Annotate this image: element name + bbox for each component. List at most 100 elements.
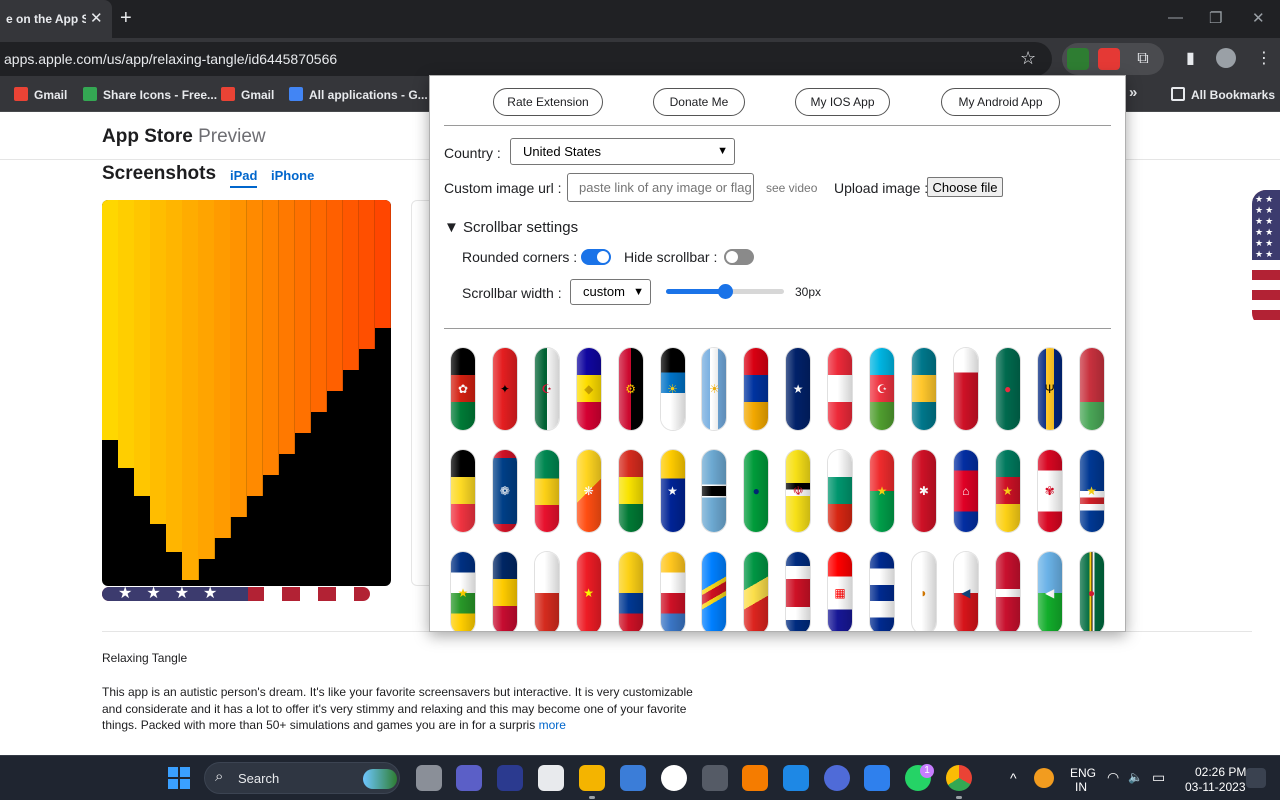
more-link[interactable]: more: [539, 718, 566, 732]
flag-algeria[interactable]: ☪: [534, 348, 559, 430]
scrollbar-width-select[interactable]: custom ▼: [570, 279, 651, 305]
flag-extension-icon[interactable]: [1098, 48, 1120, 70]
flag-austria[interactable]: [828, 348, 853, 430]
puzzle-icon[interactable]: ⧉: [1132, 48, 1154, 70]
flag-azerbaijan[interactable]: ☪: [870, 348, 894, 430]
flag-dr-congo[interactable]: [702, 552, 727, 631]
stock-chart-icon[interactable]: [620, 765, 646, 791]
window-close-icon[interactable]: ✕: [1252, 9, 1265, 27]
flag-costa-rica[interactable]: [786, 552, 811, 631]
flag-chad[interactable]: [492, 552, 517, 631]
tab-app-store[interactable]: e on the App Sto ✕: [0, 0, 112, 38]
ios-app-button[interactable]: My IOS App: [795, 88, 890, 116]
flag-colombia[interactable]: [618, 552, 643, 631]
scrollbar-width-slider[interactable]: [666, 284, 784, 299]
flag-canada[interactable]: ✾: [1037, 450, 1062, 532]
flag-belarus[interactable]: [1079, 348, 1104, 430]
flag-cuba[interactable]: [870, 552, 894, 631]
scrollbar-settings-toggle[interactable]: ▼ Scrollbar settings: [444, 219, 578, 236]
flag-afghanistan[interactable]: ✿: [451, 348, 475, 430]
android-app-button[interactable]: My Android App: [941, 88, 1060, 116]
hide-scrollbar-toggle[interactable]: [724, 249, 754, 265]
shield-extension-icon[interactable]: [1067, 48, 1089, 70]
taskbar-search[interactable]: ⌕ Search: [204, 762, 400, 794]
flag-benin[interactable]: [534, 450, 559, 532]
rounded-corners-toggle[interactable]: [581, 249, 611, 265]
bookmarks-overflow-icon[interactable]: »: [1129, 84, 1137, 101]
close-icon[interactable]: ✕: [90, 9, 103, 27]
flag-croatia[interactable]: ▦: [828, 552, 853, 631]
task-view-icon[interactable]: [416, 765, 442, 791]
flag-andorra[interactable]: ◆: [576, 348, 601, 430]
maximize-icon[interactable]: ❐: [1209, 9, 1222, 27]
browser-shield-icon[interactable]: [661, 765, 687, 791]
wifi-icon[interactable]: ◠: [1107, 769, 1119, 786]
bookmark-gmail[interactable]: Gmail: [14, 87, 67, 102]
vpn-shield-icon[interactable]: [783, 765, 809, 791]
donate-button[interactable]: Donate Me: [653, 88, 745, 116]
flag-djibouti[interactable]: ◀: [1037, 552, 1062, 631]
flag-cameroon[interactable]: ★: [995, 450, 1020, 532]
flag-bosnia-and-herzegovina[interactable]: ★: [660, 450, 685, 532]
clock-time[interactable]: 02:26 PM: [1195, 765, 1246, 779]
flag-china[interactable]: ★: [576, 552, 601, 631]
minimize-icon[interactable]: —: [1168, 9, 1183, 26]
store-icon[interactable]: [538, 765, 564, 791]
flag-bhutan[interactable]: ❋: [576, 450, 601, 532]
flag-armenia[interactable]: [744, 348, 769, 430]
tab-ipad[interactable]: iPad: [230, 168, 258, 188]
url-text[interactable]: apps.apple.com/us/app/relaxing-tangle/id…: [4, 51, 337, 67]
new-tab-button[interactable]: +: [120, 7, 132, 30]
rate-extension-button[interactable]: Rate Extension: [493, 88, 603, 116]
flag-brazil[interactable]: ●: [744, 450, 769, 532]
teams-icon[interactable]: [456, 765, 482, 791]
slider-thumb[interactable]: [718, 284, 733, 299]
flag-dominica[interactable]: ●: [1079, 552, 1104, 631]
language-region[interactable]: IN: [1075, 780, 1087, 794]
flag-cyprus[interactable]: ◗: [911, 552, 936, 631]
flag-belgium[interactable]: [451, 450, 475, 532]
vertical-scrollbar-flag[interactable]: ★★★★★★★★★★★★★★: [1252, 190, 1280, 327]
flag-belize[interactable]: ❁: [492, 450, 517, 532]
country-select[interactable]: United States ▼: [510, 138, 735, 165]
flag-bulgaria[interactable]: [828, 450, 853, 532]
volume-icon[interactable]: 🔈: [1128, 770, 1143, 784]
flag-cambodia[interactable]: ⌂: [953, 450, 978, 532]
flag-albania[interactable]: ✦: [492, 348, 517, 430]
tray-sync-icon[interactable]: [1034, 768, 1054, 788]
flag-bahrain[interactable]: [953, 348, 978, 430]
flag-antigua-and-barbuda[interactable]: ☀: [660, 348, 685, 430]
flag-burundi[interactable]: ✱: [911, 450, 936, 532]
flag-angola[interactable]: ⚙: [618, 348, 643, 430]
flag-congo[interactable]: [744, 552, 769, 631]
flag-chile[interactable]: [534, 552, 559, 631]
flag-burkina-faso[interactable]: ★: [870, 450, 894, 532]
flag-czech-republic[interactable]: ◀: [953, 552, 978, 631]
bookmark-all-applications[interactable]: All applications - G...: [289, 87, 428, 102]
flag-denmark[interactable]: [995, 552, 1020, 631]
qbittorrent-icon[interactable]: [824, 765, 850, 791]
battery-icon[interactable]: ▭: [1152, 769, 1165, 786]
flag-bahamas[interactable]: [911, 348, 936, 430]
clock-date[interactable]: 03-11-2023: [1185, 780, 1246, 794]
flag-cape-verde[interactable]: ★: [1079, 450, 1104, 532]
custom-image-input[interactable]: paste link of any image or flag: [567, 173, 754, 202]
flag-argentina[interactable]: ☀: [702, 348, 727, 430]
flag-australia[interactable]: ★: [786, 348, 811, 430]
flag-bangladesh[interactable]: ●: [995, 348, 1020, 430]
notepad-icon[interactable]: [864, 765, 890, 791]
flag-botswana[interactable]: [702, 450, 727, 532]
flag-brunei[interactable]: ☫: [786, 450, 811, 532]
unity-icon[interactable]: [702, 765, 728, 791]
bookmark-star-icon[interactable]: ☆: [1020, 48, 1036, 69]
app-screenshot[interactable]: [102, 200, 391, 586]
custom-scrollbar[interactable]: ★★★★: [102, 587, 370, 601]
menu-icon[interactable]: ⋮: [1256, 48, 1272, 68]
sidebar-icon[interactable]: ▮: [1186, 48, 1195, 68]
tab-iphone[interactable]: iPhone: [271, 168, 314, 183]
chrome-icon[interactable]: [946, 765, 972, 791]
language-code[interactable]: ENG: [1070, 766, 1096, 780]
flag-central-african-republic[interactable]: ★: [451, 552, 475, 631]
sublime-icon[interactable]: [742, 765, 768, 791]
flag-comoros[interactable]: [660, 552, 685, 631]
